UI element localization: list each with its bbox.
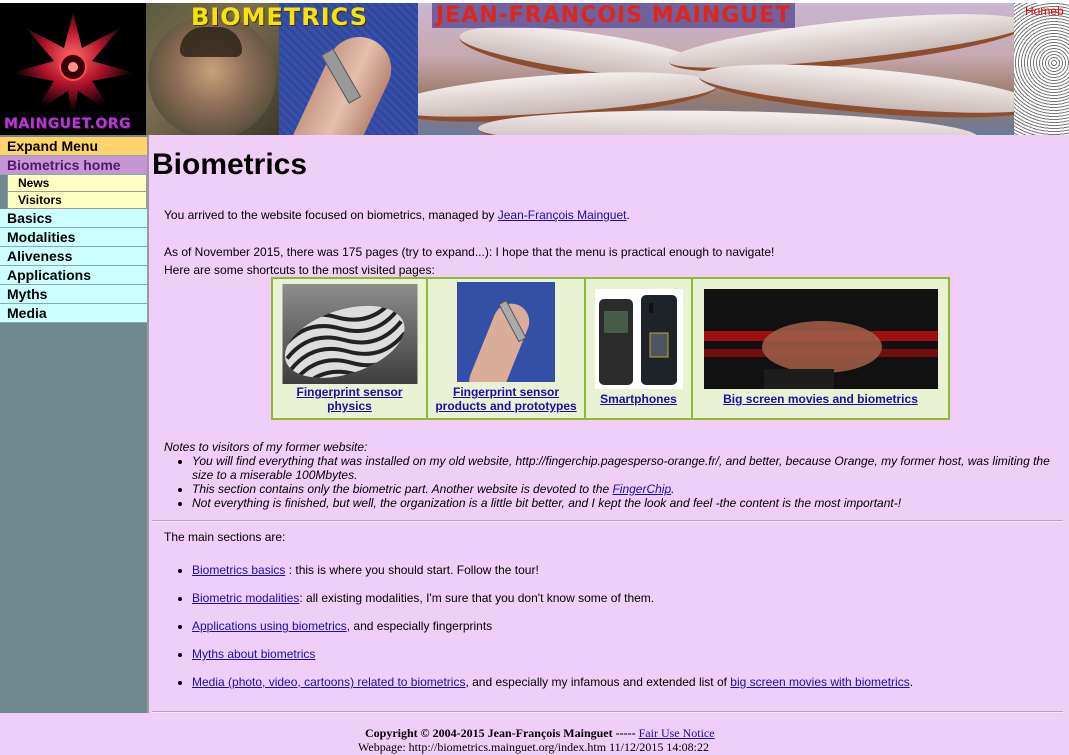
media-link[interactable]: Media (photo, video, cartoons) related t… <box>192 675 465 689</box>
shortcut-label[interactable]: Big screen movies and biometrics <box>693 392 948 406</box>
fingerprint-physics-image <box>282 284 417 384</box>
expand-menu-button[interactable]: Expand Menu <box>0 137 147 156</box>
shortcut-fingerprint-physics[interactable]: Fingerprint sensor physics <box>273 279 428 418</box>
sidebar-item-basics[interactable]: Basics <box>0 209 147 228</box>
page-title: Biometrics <box>152 148 308 181</box>
applications-link[interactable]: Applications using biometrics <box>192 619 347 633</box>
sidebar-item-media[interactable]: Media <box>0 304 147 323</box>
divider <box>152 520 1063 522</box>
section-description: , and especially my infamous and extende… <box>465 675 731 689</box>
fingerprint-image <box>1014 3 1069 135</box>
notes-heading: Notes to visitors of my former website: <box>164 440 368 454</box>
shortcut-fingerprint-products[interactable]: Fingerprint sensor products and prototyp… <box>428 279 586 418</box>
biometrics-basics-link[interactable]: Biometrics basics <box>192 563 285 577</box>
section-description: , and especially fingerprints <box>346 619 493 633</box>
copyright-line: Copyright © 2004-2015 Jean-François Main… <box>365 726 715 741</box>
webpage-info: Webpage: http://biometrics.mainguet.org/… <box>358 740 709 754</box>
list-item: You will find everything that was instal… <box>192 454 1054 482</box>
note-text: Not everything is finished, but well, th… <box>192 496 902 510</box>
fingerprint-products-image <box>457 282 555 382</box>
shortcut-label[interactable]: Smartphones <box>586 392 691 406</box>
section-description: : this is where you should start. Follow… <box>285 563 539 577</box>
fair-use-link[interactable]: Fair Use Notice <box>639 726 715 740</box>
sidebar-item-visitors[interactable]: Visitors <box>7 192 147 209</box>
sidebar-item-modalities[interactable]: Modalities <box>0 228 147 247</box>
sidebar-item-biometrics-home[interactable]: Biometrics home <box>0 156 147 175</box>
brand-title: BIOMETRICS <box>191 3 369 31</box>
myths-link[interactable]: Myths about biometrics <box>192 647 315 661</box>
main-sections-heading: The main sections are: <box>164 530 286 544</box>
fingerchip-link[interactable]: FingerChip <box>612 482 671 496</box>
movie-hand-scanner-image <box>703 289 938 389</box>
list-item: Biometric modalities: all existing modal… <box>192 590 913 618</box>
movies-list-link[interactable]: big screen movies with biometrics <box>730 675 909 689</box>
smartphones-image <box>594 289 683 389</box>
intro-suffix: . <box>626 208 630 222</box>
shortcut-label-line1[interactable]: Fingerprint sensor <box>273 385 426 399</box>
section-suffix: . <box>909 675 914 689</box>
shortcuts-intro-text: Here are some shortcuts to the most visi… <box>164 263 435 277</box>
sidebar-item-myths[interactable]: Myths <box>0 285 147 304</box>
home-link[interactable]: Homeb <box>1025 4 1064 18</box>
biometric-modalities-link[interactable]: Biometric modalities <box>192 591 299 605</box>
list-item: Biometrics basics : this is where you sh… <box>192 562 913 590</box>
sidebar-item-news[interactable]: News <box>7 175 147 192</box>
note-text: This section contains only the biometric… <box>192 482 613 496</box>
sidebar-menu: Expand Menu Biometrics home News Visitor… <box>0 135 149 713</box>
section-description: : all existing modalities, I'm sure that… <box>299 591 655 605</box>
banner: MAINGUET.ORG BIOMETRICS JEAN-FRANÇOIS MA… <box>0 0 1069 135</box>
shortcut-movies[interactable]: Big screen movies and biometrics <box>693 279 948 418</box>
mainguet-logo[interactable]: MAINGUET.ORG <box>0 3 146 135</box>
pages-count-text: As of November 2015, there was 175 pages… <box>164 245 775 259</box>
copyright-text: Copyright © 2004-2015 Jean-François Main… <box>365 726 636 740</box>
author-link[interactable]: Jean-François Mainguet <box>498 208 627 222</box>
shortcut-label-line2[interactable]: products and prototypes <box>428 399 584 413</box>
list-item: Applications using biometrics, and espec… <box>192 618 913 646</box>
shortcut-smartphones[interactable]: Smartphones <box>586 279 693 418</box>
list-item: Myths about biometrics <box>192 646 913 674</box>
notes-section: Notes to visitors of my former website: … <box>164 440 1054 510</box>
notes-list: You will find everything that was instal… <box>164 454 1054 510</box>
note-suffix: . <box>671 482 675 496</box>
intro-text: You arrived to the website focused on bi… <box>164 208 498 222</box>
shortcuts-table: Fingerprint sensor physics Fingerprint s… <box>271 277 950 420</box>
sidebar-item-aliveness[interactable]: Aliveness <box>0 247 147 266</box>
list-item: This section contains only the biometric… <box>192 482 1054 496</box>
logo-text: MAINGUET.ORG <box>4 116 132 132</box>
sections-list: Biometrics basics : this is where you sh… <box>192 562 913 702</box>
note-text: You will find everything that was instal… <box>192 454 1050 468</box>
intro-paragraph: You arrived to the website focused on bi… <box>164 208 630 222</box>
note-text-continued: size to a miserable 100Mbytes. <box>192 468 358 482</box>
divider <box>152 711 1063 713</box>
shortcut-label-line1[interactable]: Fingerprint sensor <box>428 385 584 399</box>
list-item: Media (photo, video, cartoons) related t… <box>192 674 913 702</box>
sidebar-item-applications[interactable]: Applications <box>0 266 147 285</box>
list-item: Not everything is finished, but well, th… <box>192 496 1054 510</box>
shortcut-label-line2[interactable]: physics <box>273 399 426 413</box>
author-title: JEAN-FRANÇOIS MAINGUET <box>432 3 796 28</box>
